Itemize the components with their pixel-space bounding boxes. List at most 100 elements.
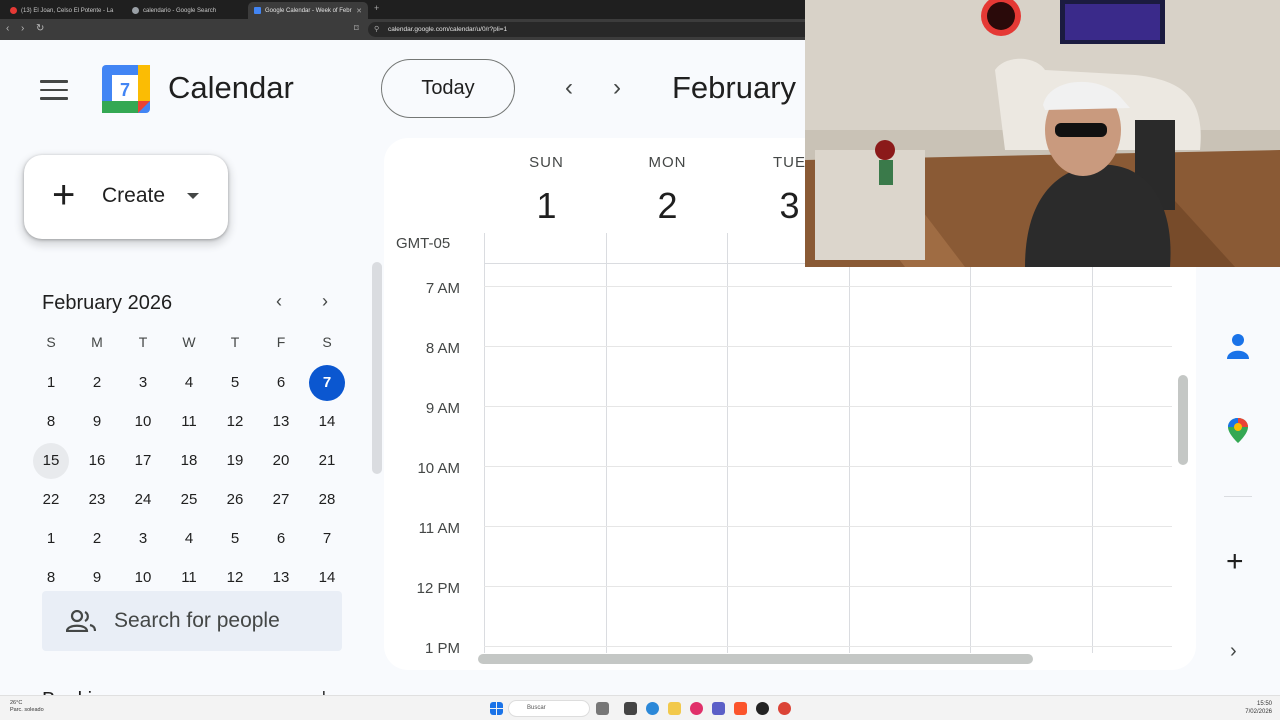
chrome-icon[interactable] bbox=[778, 702, 791, 715]
mini-day[interactable]: 19 bbox=[212, 441, 258, 480]
close-tab-icon[interactable]: ✕ bbox=[352, 7, 362, 15]
horizontal-scrollbar[interactable] bbox=[478, 654, 1033, 664]
teams-icon[interactable] bbox=[712, 702, 725, 715]
mini-week-row: 15 16 17 18 19 20 21 bbox=[28, 441, 350, 480]
mini-day-next-month[interactable]: 6 bbox=[258, 519, 304, 558]
mini-day[interactable]: 10 bbox=[120, 402, 166, 441]
obs-icon[interactable] bbox=[756, 702, 769, 715]
logo-number: 7 bbox=[120, 80, 130, 100]
main-menu-icon[interactable] bbox=[40, 80, 68, 100]
mini-day[interactable]: 16 bbox=[74, 441, 120, 480]
weekday-label: T bbox=[230, 334, 240, 350]
mini-day[interactable]: 6 bbox=[258, 363, 304, 402]
day-column-divider bbox=[727, 233, 728, 653]
browser-tab-search[interactable]: calendario - Google Search bbox=[126, 2, 248, 19]
day-header-sun[interactable]: SUN 1 bbox=[486, 154, 607, 227]
mini-day[interactable]: 5 bbox=[212, 363, 258, 402]
app-icon[interactable] bbox=[690, 702, 703, 715]
mini-week-row: 1 2 3 4 5 6 7 bbox=[28, 519, 350, 558]
reload-icon[interactable]: ↻ bbox=[36, 23, 44, 34]
clock-time: 15:50 bbox=[1256, 701, 1272, 707]
copilot-icon[interactable] bbox=[646, 702, 659, 715]
create-button[interactable]: + Create bbox=[24, 155, 228, 239]
mini-day-next-month[interactable]: 7 bbox=[304, 519, 350, 558]
hour-label: 7 AM bbox=[425, 280, 460, 297]
mini-day[interactable]: 3 bbox=[120, 363, 166, 402]
mini-day[interactable]: 12 bbox=[212, 402, 258, 441]
mini-day[interactable]: 23 bbox=[74, 480, 120, 519]
mini-day-next-month[interactable]: 2 bbox=[74, 519, 120, 558]
mini-day[interactable]: 13 bbox=[258, 402, 304, 441]
previous-week-button[interactable]: ‹ bbox=[554, 74, 584, 102]
vertical-scrollbar[interactable] bbox=[1178, 375, 1188, 465]
site-info-icon[interactable]: ⚲ bbox=[374, 22, 379, 37]
mini-day[interactable]: 28 bbox=[304, 480, 350, 519]
hour-line bbox=[484, 406, 1172, 407]
mini-day-hovered[interactable]: 15 bbox=[28, 441, 74, 480]
day-header-mon[interactable]: MON 2 bbox=[607, 154, 728, 227]
search-people-input[interactable]: Search for people bbox=[42, 591, 342, 651]
mini-day-today[interactable]: 7 bbox=[304, 363, 350, 402]
contacts-icon[interactable] bbox=[1224, 332, 1252, 360]
mini-day[interactable]: 22 bbox=[28, 480, 74, 519]
mini-day[interactable]: 17 bbox=[120, 441, 166, 480]
windows-start-icon[interactable] bbox=[490, 702, 503, 715]
maps-icon[interactable] bbox=[1224, 416, 1252, 444]
taskbar-search[interactable]: Buscar bbox=[508, 700, 590, 717]
mini-day-next-month[interactable]: 1 bbox=[28, 519, 74, 558]
weekday-label: M bbox=[91, 334, 103, 350]
mini-day[interactable]: 1 bbox=[28, 363, 74, 402]
hour-label: 10 AM bbox=[417, 460, 460, 477]
mini-day[interactable]: 14 bbox=[304, 402, 350, 441]
tab-title: calendario - Google Search bbox=[143, 7, 217, 14]
next-week-button[interactable]: › bbox=[602, 74, 632, 102]
day-column-divider bbox=[970, 233, 971, 653]
hour-label: 12 PM bbox=[416, 580, 460, 597]
file-explorer-icon[interactable] bbox=[668, 702, 681, 715]
day-number[interactable]: 2 bbox=[607, 185, 728, 227]
side-panel-divider bbox=[1224, 496, 1252, 497]
widget-landscape-icon[interactable] bbox=[596, 702, 609, 715]
mini-day[interactable]: 25 bbox=[166, 480, 212, 519]
mini-day-next-month[interactable]: 3 bbox=[120, 519, 166, 558]
mini-day[interactable]: 24 bbox=[120, 480, 166, 519]
mini-day[interactable]: 26 bbox=[212, 480, 258, 519]
mini-day-next-month[interactable]: 4 bbox=[166, 519, 212, 558]
hour-line bbox=[484, 526, 1172, 527]
expand-side-panel-icon[interactable]: › bbox=[1230, 640, 1237, 663]
mini-day[interactable]: 11 bbox=[166, 402, 212, 441]
new-tab-icon[interactable]: + bbox=[374, 3, 379, 13]
mini-day[interactable]: 8 bbox=[28, 402, 74, 441]
sidebar-scrollbar[interactable] bbox=[372, 262, 382, 474]
browser-tab-calendar[interactable]: Google Calendar - Week of Febr ✕ bbox=[248, 2, 368, 19]
weather-desc: Parc. soleado bbox=[10, 707, 44, 713]
mini-next-month-button[interactable]: › bbox=[322, 291, 328, 312]
mini-day-next-month[interactable]: 5 bbox=[212, 519, 258, 558]
mini-day[interactable]: 27 bbox=[258, 480, 304, 519]
bookmark-icon[interactable]: ⌑ bbox=[354, 23, 359, 34]
mini-day[interactable]: 9 bbox=[74, 402, 120, 441]
hour-label: 11 AM bbox=[418, 520, 460, 537]
forward-icon[interactable]: › bbox=[21, 23, 24, 34]
system-clock[interactable]: 15:50 7/02/2026 bbox=[1238, 700, 1272, 716]
brave-icon[interactable] bbox=[734, 702, 747, 715]
weekday-label: T bbox=[138, 334, 148, 350]
dropdown-caret-icon[interactable] bbox=[187, 193, 199, 199]
today-button[interactable]: Today bbox=[381, 59, 515, 118]
day-number[interactable]: 1 bbox=[486, 185, 607, 227]
mini-day[interactable]: 21 bbox=[304, 441, 350, 480]
mini-day[interactable]: 20 bbox=[258, 441, 304, 480]
mini-day[interactable]: 4 bbox=[166, 363, 212, 402]
task-view-icon[interactable] bbox=[624, 702, 637, 715]
back-icon[interactable]: ‹ bbox=[6, 23, 9, 34]
weekday-label: F bbox=[276, 334, 286, 350]
hour-line bbox=[484, 586, 1172, 587]
browser-tab-youtube[interactable]: (13) El Joan, Celso El Potente - La bbox=[4, 2, 126, 19]
hour-line bbox=[484, 346, 1172, 347]
weather-widget[interactable]: 26°C Parc. soleado bbox=[10, 700, 44, 714]
mini-day[interactable]: 18 bbox=[166, 441, 212, 480]
mini-prev-month-button[interactable]: ‹ bbox=[276, 291, 282, 312]
get-addons-icon[interactable]: + bbox=[1226, 545, 1244, 579]
mini-day[interactable]: 2 bbox=[74, 363, 120, 402]
url-text: calendar.google.com/calendar/u/0/r?pli=1 bbox=[388, 26, 508, 33]
